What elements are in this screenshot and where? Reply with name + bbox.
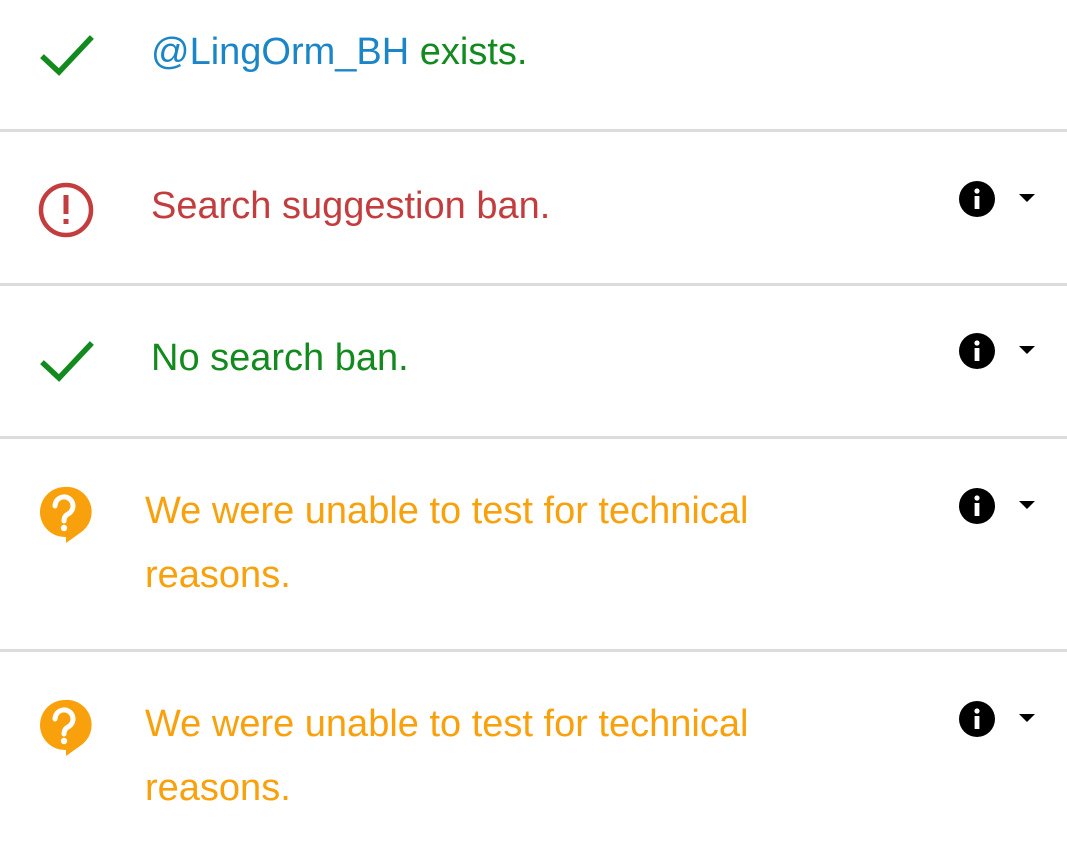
ghost-ban-message: We were unable to test for technical rea…	[145, 490, 749, 596]
caret-down-icon[interactable]	[1016, 190, 1038, 206]
row-controls	[958, 487, 1048, 527]
row-controls	[958, 180, 1048, 220]
alert-circle-icon	[36, 180, 96, 240]
info-icon[interactable]	[958, 180, 996, 218]
caret-down-icon[interactable]	[1016, 710, 1038, 726]
question-bubble-icon	[34, 483, 94, 543]
result-row-account-exists: @LingOrm_BH exists.	[0, 0, 1067, 130]
info-icon[interactable]	[958, 332, 996, 370]
row-controls	[958, 700, 1048, 740]
result-row-ghost-ban: We were unable to test for technical rea…	[0, 439, 1067, 649]
info-icon[interactable]	[958, 487, 996, 525]
caret-down-icon[interactable]	[1016, 342, 1038, 358]
info-icon[interactable]	[958, 700, 996, 738]
check-icon	[38, 26, 98, 86]
question-bubble-icon	[34, 696, 94, 756]
caret-down-icon[interactable]	[1016, 497, 1038, 513]
account-handle[interactable]: @LingOrm_BH	[151, 31, 409, 73]
result-row-search-suggestion-ban: Search suggestion ban.	[0, 132, 1067, 284]
account-exists-text: exists.	[409, 31, 528, 73]
account-exists-message: @LingOrm_BH exists.	[151, 20, 527, 84]
result-row-reply-deboosting: We were unable to test for technical rea…	[0, 652, 1067, 844]
reply-deboosting-message: We were unable to test for technical rea…	[145, 703, 749, 809]
search-suggestion-ban-message: Search suggestion ban.	[151, 185, 551, 227]
search-ban-message: No search ban.	[151, 337, 409, 379]
row-controls	[958, 332, 1048, 372]
result-row-search-ban: No search ban.	[0, 286, 1067, 436]
check-icon	[38, 332, 98, 392]
